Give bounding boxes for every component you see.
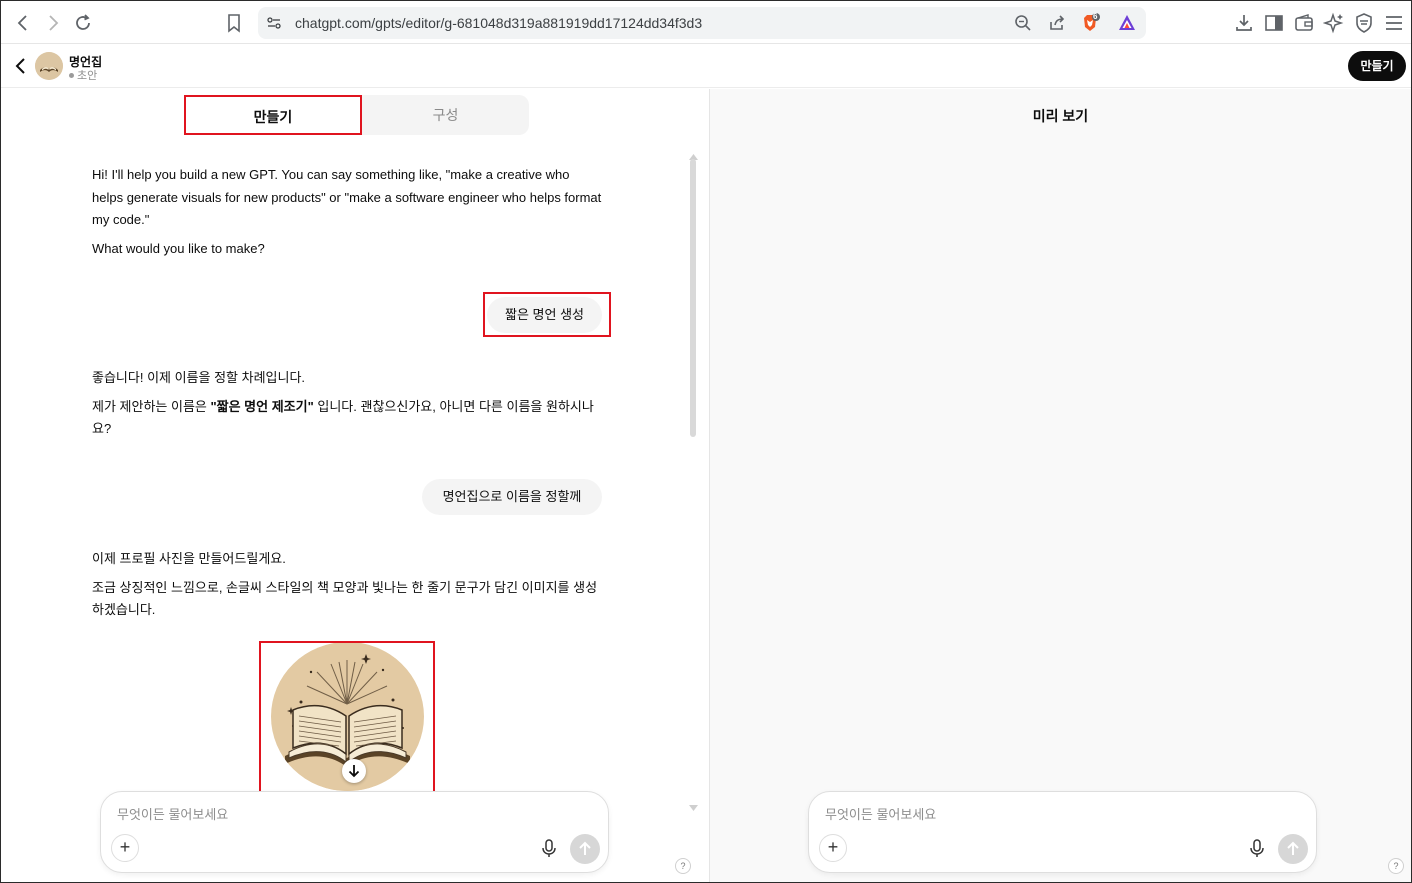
gpt-avatar[interactable]	[35, 52, 63, 80]
assistant-message: Hi! I'll help you build a new GPT. You c…	[92, 164, 602, 260]
draft-status-label: 초안	[77, 70, 98, 82]
add-attachment-button[interactable]: +	[111, 834, 139, 862]
brave-rewards-icon[interactable]	[1117, 13, 1137, 33]
help-button[interactable]: ?	[675, 858, 691, 874]
download-icon[interactable]	[1233, 12, 1255, 34]
highlight-box	[259, 641, 435, 793]
site-settings-icon[interactable]	[266, 15, 282, 31]
address-bar[interactable]: chatgpt.com/gpts/editor/g-681048d319a881…	[258, 7, 1146, 39]
sidebar-toggle-icon[interactable]	[1263, 12, 1285, 34]
preview-pane: 미리 보기 무엇이든 물어보세요 + ?	[710, 89, 1411, 882]
menu-icon[interactable]	[1383, 12, 1405, 34]
gpt-editor-header: 명언집 초안 만들기	[1, 45, 1411, 88]
share-icon[interactable]	[1047, 13, 1067, 33]
create-button[interactable]: 만들기	[1348, 51, 1406, 81]
status-dot-icon	[69, 72, 74, 78]
forward-arrow-icon[interactable]	[41, 11, 65, 35]
message-text: 제가 제안하는 이름은	[92, 398, 211, 414]
message-paragraph: What would you like to make?	[92, 240, 265, 256]
scrollbar-thumb[interactable]	[690, 159, 696, 437]
highlight-box	[483, 292, 611, 337]
back-arrow-icon[interactable]	[11, 11, 35, 35]
scroll-down-icon[interactable]	[689, 798, 698, 811]
user-message-bubble: 명언집으로 이름을 정할께	[422, 479, 602, 515]
send-button[interactable]	[1278, 834, 1308, 864]
preview-message-input[interactable]: 무엇이든 물어보세요	[825, 804, 936, 823]
browser-toolbar: chatgpt.com/gpts/editor/g-681048d319a881…	[1, 1, 1411, 44]
wallet-icon[interactable]	[1293, 12, 1315, 34]
chevron-left-icon[interactable]	[12, 56, 30, 76]
app-window: chatgpt.com/gpts/editor/g-681048d319a881…	[0, 0, 1412, 883]
message-paragraph: 제가 제안하는 이름은 "짧은 명언 제조기" 입니다. 괜찮으신가요, 아니면…	[92, 396, 602, 441]
assistant-message: 좋습니다! 이제 이름을 정할 차례입니다. 제가 제안하는 이름은 "짧은 명…	[92, 367, 602, 441]
message-input[interactable]: 무엇이든 물어보세요	[117, 804, 228, 823]
url-text[interactable]: chatgpt.com/gpts/editor/g-681048d319a881…	[295, 15, 702, 31]
bookmark-icon[interactable]	[223, 12, 245, 34]
editor-tabs: 만들기 구성	[184, 95, 529, 135]
preview-composer[interactable]: 무엇이든 물어보세요 +	[808, 791, 1317, 873]
brave-shield-icon[interactable]: 6	[1081, 12, 1101, 33]
help-button[interactable]: ?	[1388, 858, 1404, 874]
draft-status: 초안	[69, 67, 97, 83]
message-paragraph: 조금 상징적인 느낌으로, 손글씨 스타일의 책 모양과 빛나는 한 줄기 문구…	[92, 579, 598, 618]
brave-badge-count: 6	[1093, 12, 1098, 21]
reload-icon[interactable]	[71, 11, 95, 35]
leo-ai-icon[interactable]	[1322, 12, 1345, 34]
message-paragraph: 좋습니다! 이제 이름을 정할 차례입니다.	[92, 370, 306, 385]
preview-title: 미리 보기	[1032, 108, 1089, 124]
vpn-shield-icon[interactable]	[1353, 12, 1375, 34]
builder-composer[interactable]: 무엇이든 물어보세요 +	[100, 791, 609, 873]
microphone-icon[interactable]	[1246, 837, 1268, 859]
suggested-name: "짧은 명언 제조기"	[210, 398, 314, 414]
zoom-icon[interactable]	[1013, 13, 1033, 33]
tab-create[interactable]: 만들기	[184, 95, 362, 135]
microphone-icon[interactable]	[538, 837, 560, 859]
tab-configure[interactable]: 구성	[362, 95, 529, 135]
send-button[interactable]	[570, 834, 600, 864]
add-attachment-button[interactable]: +	[819, 834, 847, 862]
scroll-up-icon[interactable]	[689, 147, 698, 160]
message-paragraph: Hi! I'll help you build a new GPT. You c…	[92, 167, 602, 227]
builder-pane: 만들기 구성 Hi! I'll help you build a new GPT…	[1, 89, 709, 882]
assistant-message: 이제 프로필 사진을 만들어드릴게요. 조금 상징적인 느낌으로, 손글씨 스타…	[92, 548, 602, 622]
message-paragraph: 이제 프로필 사진을 만들어드릴게요.	[92, 551, 286, 566]
